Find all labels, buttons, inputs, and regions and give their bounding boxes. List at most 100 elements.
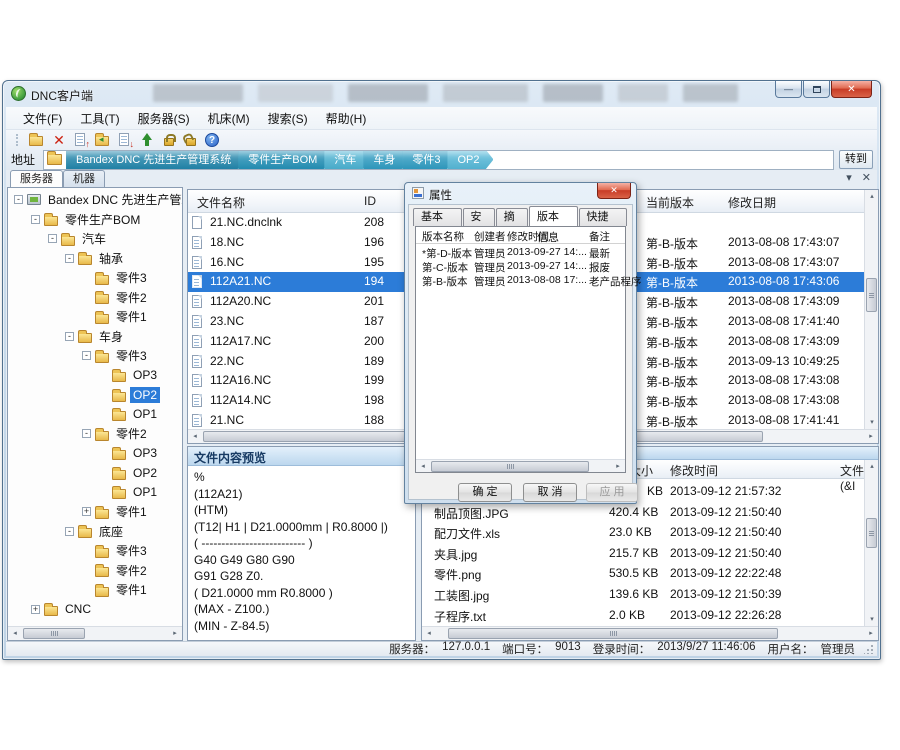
scroll-right-icon[interactable]: ▸ — [611, 460, 625, 473]
expand-icon[interactable]: + — [31, 605, 40, 614]
tree-hscrollbar[interactable]: ◂ ▸ — [8, 626, 182, 640]
pane-pin-icon[interactable]: ▾ — [846, 171, 852, 184]
ok-button[interactable]: 确 定 — [458, 483, 512, 502]
lock-icon[interactable] — [161, 132, 177, 148]
tab-machine[interactable]: 机器 — [63, 170, 105, 187]
tree-item-零件2[interactable]: 零件2 — [8, 561, 182, 581]
close-button[interactable]: ✕ — [831, 81, 872, 98]
collapse-icon[interactable]: - — [65, 332, 74, 341]
tree-item-OP2[interactable]: OP2 — [8, 463, 182, 483]
dialog-tab-安全[interactable]: 安全 — [463, 208, 495, 226]
menu-help[interactable]: 帮助(H) — [317, 107, 376, 130]
column-current-version[interactable]: 当前版本 — [646, 194, 694, 211]
delete-icon[interactable]: ✕ — [51, 132, 67, 148]
maximize-button[interactable] — [803, 81, 830, 98]
send-up-icon[interactable] — [139, 132, 155, 148]
collapse-icon[interactable]: - — [82, 351, 91, 360]
scroll-up-icon[interactable]: ▴ — [865, 190, 879, 203]
version-row[interactable]: 第-B-版本管理员2013-08-08 17:...老产品程序 — [416, 274, 625, 288]
breadcrumb-segment-0[interactable]: Bandex DNC 先进生产管理系统 — [66, 150, 245, 170]
collapse-icon[interactable]: - — [82, 429, 91, 438]
upload-file-icon[interactable]: ↑ — [73, 132, 89, 148]
collapse-icon[interactable]: - — [65, 527, 74, 536]
scroll-up-icon[interactable]: ▴ — [865, 460, 879, 473]
tree-item-零件3[interactable]: -零件3 — [8, 346, 182, 366]
scroll-thumb[interactable] — [866, 518, 877, 548]
menu-search[interactable]: 搜索(S) — [259, 107, 317, 130]
version-table-header[interactable]: 版本名称创建者修改时间备注 — [416, 229, 625, 244]
dialog-tab-基本信息[interactable]: 基本信息 — [413, 208, 462, 226]
tree-item-零件生产BOM[interactable]: -零件生产BOM — [8, 210, 182, 230]
dialog-tab-摘要[interactable]: 摘要 — [496, 208, 528, 226]
unlock-icon[interactable] — [183, 132, 199, 148]
tree-item-零件2[interactable]: -零件2 — [8, 424, 182, 444]
new-folder-icon[interactable] — [29, 132, 45, 148]
import-folder-icon[interactable]: ◂ — [95, 132, 111, 148]
attachment-row[interactable]: 制品顶图.JPG420.4 KB2013-09-12 21:50:40 — [422, 502, 864, 523]
menu-tools[interactable]: 工具(T) — [71, 107, 128, 130]
column-id[interactable]: ID — [364, 194, 376, 208]
tree-item-OP3[interactable]: OP3 — [8, 444, 182, 464]
attachments-hscrollbar[interactable]: ◂ ▸ — [422, 626, 878, 640]
breadcrumb-segment-5[interactable]: OP2 — [447, 150, 493, 170]
tree-item-OP1[interactable]: OP1 — [8, 405, 182, 425]
attachments-vscrollbar[interactable]: ▴ ▾ — [864, 460, 878, 626]
titlebar[interactable]: DNC客户端 — ✕ — [3, 81, 880, 107]
dialog-tab-快捷方式[interactable]: 快捷方式 — [579, 208, 628, 226]
tree-item-轴承[interactable]: -轴承 — [8, 249, 182, 269]
tree-item-车身[interactable]: -车身 — [8, 327, 182, 347]
column-modified-date[interactable]: 修改日期 — [728, 194, 776, 211]
tree-item-Bandex DNC 先进生产管理系统[interactable]: -Bandex DNC 先进生产管理系统 — [8, 190, 182, 210]
collapse-icon[interactable]: - — [65, 254, 74, 263]
cancel-button[interactable]: 取 消 — [523, 483, 577, 502]
column-modified-time[interactable]: 修改时间 — [670, 462, 718, 479]
expand-icon[interactable]: + — [82, 507, 91, 516]
dialog-hscrollbar[interactable]: ◂ ▸ — [416, 459, 625, 472]
menu-machine[interactable]: 机床(M) — [199, 107, 259, 130]
scroll-down-icon[interactable]: ▾ — [865, 416, 879, 429]
tree-item-OP3[interactable]: OP3 — [8, 366, 182, 386]
column-file-name[interactable]: 文件名称 — [197, 194, 245, 211]
pane-close-icon[interactable]: ✕ — [862, 171, 871, 184]
tree-item-零件3[interactable]: 零件3 — [8, 268, 182, 288]
help-icon[interactable]: ? — [205, 132, 221, 148]
breadcrumb-segment-4[interactable]: 零件3 — [402, 150, 454, 170]
menu-server[interactable]: 服务器(S) — [129, 107, 199, 130]
collapse-icon[interactable]: - — [48, 234, 57, 243]
attachment-row[interactable]: 夹具.jpg215.7 KB2013-09-12 21:50:40 — [422, 543, 864, 564]
scroll-thumb[interactable] — [448, 628, 778, 639]
address-field[interactable]: Bandex DNC 先进生产管理系统零件生产BOM汽车车身零件3OP2 — [43, 150, 834, 170]
scroll-thumb[interactable] — [23, 628, 85, 639]
scroll-right-icon[interactable]: ▸ — [864, 627, 878, 640]
version-column-1[interactable]: 创建者 — [474, 229, 506, 244]
attachment-row[interactable]: 零件.png530.5 KB2013-09-12 22:22:48 — [422, 563, 864, 584]
tree-item-零件1[interactable]: +零件1 — [8, 502, 182, 522]
go-button[interactable]: 转到 — [839, 150, 873, 169]
tree-item-零件3[interactable]: 零件3 — [8, 541, 182, 561]
menu-file[interactable]: 文件(F) — [14, 107, 71, 130]
tree-item-底座[interactable]: -底座 — [8, 522, 182, 542]
scroll-thumb[interactable] — [431, 461, 589, 472]
minimize-button[interactable]: — — [775, 81, 802, 98]
collapse-icon[interactable]: - — [31, 215, 40, 224]
scroll-left-icon[interactable]: ◂ — [422, 627, 436, 640]
scroll-down-icon[interactable]: ▾ — [865, 613, 879, 626]
attachment-row[interactable]: 子程序.txt2.0 KB2013-09-12 22:26:28 — [422, 605, 864, 625]
breadcrumb-segment-1[interactable]: 零件生产BOM — [238, 150, 331, 170]
scroll-left-icon[interactable]: ◂ — [8, 627, 22, 640]
tree-item-OP1[interactable]: OP1 — [8, 483, 182, 503]
dialog-titlebar[interactable]: 属性 ✕ — [405, 183, 636, 204]
scroll-right-icon[interactable]: ▸ — [864, 430, 878, 443]
file-list-vscrollbar[interactable]: ▴ ▾ — [864, 190, 878, 429]
dialog-close-button[interactable]: ✕ — [597, 183, 631, 199]
collapse-icon[interactable]: - — [14, 195, 23, 204]
tab-server[interactable]: 服务器 — [10, 170, 63, 187]
scroll-left-icon[interactable]: ◂ — [188, 430, 202, 443]
tree-item-零件1[interactable]: 零件1 — [8, 307, 182, 327]
tree-item-零件2[interactable]: 零件2 — [8, 288, 182, 308]
version-column-3[interactable]: 备注 — [589, 229, 610, 244]
attachment-row[interactable]: 配刀文件.xls23.0 KB2013-09-12 21:50:40 — [422, 522, 864, 543]
version-row[interactable]: *第-D-版本管理员2013-09-27 14:...最新 — [416, 246, 625, 260]
scroll-thumb[interactable] — [866, 278, 877, 312]
tree-item-零件1[interactable]: 零件1 — [8, 580, 182, 600]
